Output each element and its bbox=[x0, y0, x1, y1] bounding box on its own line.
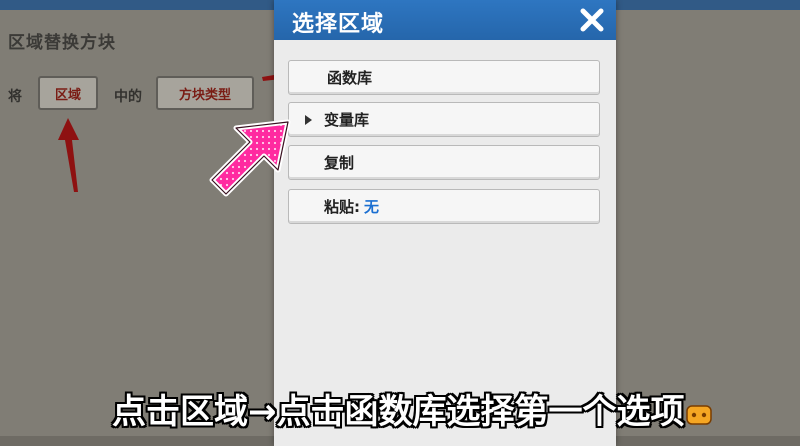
paste-value: 无 bbox=[364, 198, 380, 216]
dialog-header: 选择区域 bbox=[274, 0, 616, 40]
menu-item-label: 粘贴: bbox=[324, 198, 360, 216]
expand-caret-icon bbox=[305, 115, 312, 125]
video-subtitle: 点击区域→点击函数库选择第一个选项 bbox=[112, 392, 685, 432]
menu-item-label: 变量库 bbox=[324, 111, 370, 129]
gamepad-logo-icon bbox=[686, 405, 712, 425]
menu-item-label: 函数库 bbox=[327, 69, 373, 87]
menu-item-copy[interactable]: 复制 bbox=[288, 145, 600, 180]
menu-item-function-library[interactable]: 函数库 bbox=[288, 60, 600, 95]
close-button[interactable] bbox=[576, 4, 608, 36]
close-icon bbox=[580, 8, 604, 32]
menu-item-variable-library[interactable]: 变量库 bbox=[288, 102, 600, 137]
arrow-up-icon bbox=[58, 118, 79, 192]
select-region-dialog: 选择区域 函数库 变量库 复制 粘贴: 无 bbox=[274, 0, 616, 446]
menu-item-paste[interactable]: 粘贴: 无 bbox=[288, 189, 600, 224]
watermark-logo bbox=[686, 402, 712, 428]
pink-pointer-icon bbox=[209, 119, 291, 197]
dialog-title: 选择区域 bbox=[292, 12, 385, 37]
menu-item-label: 复制 bbox=[324, 154, 355, 172]
